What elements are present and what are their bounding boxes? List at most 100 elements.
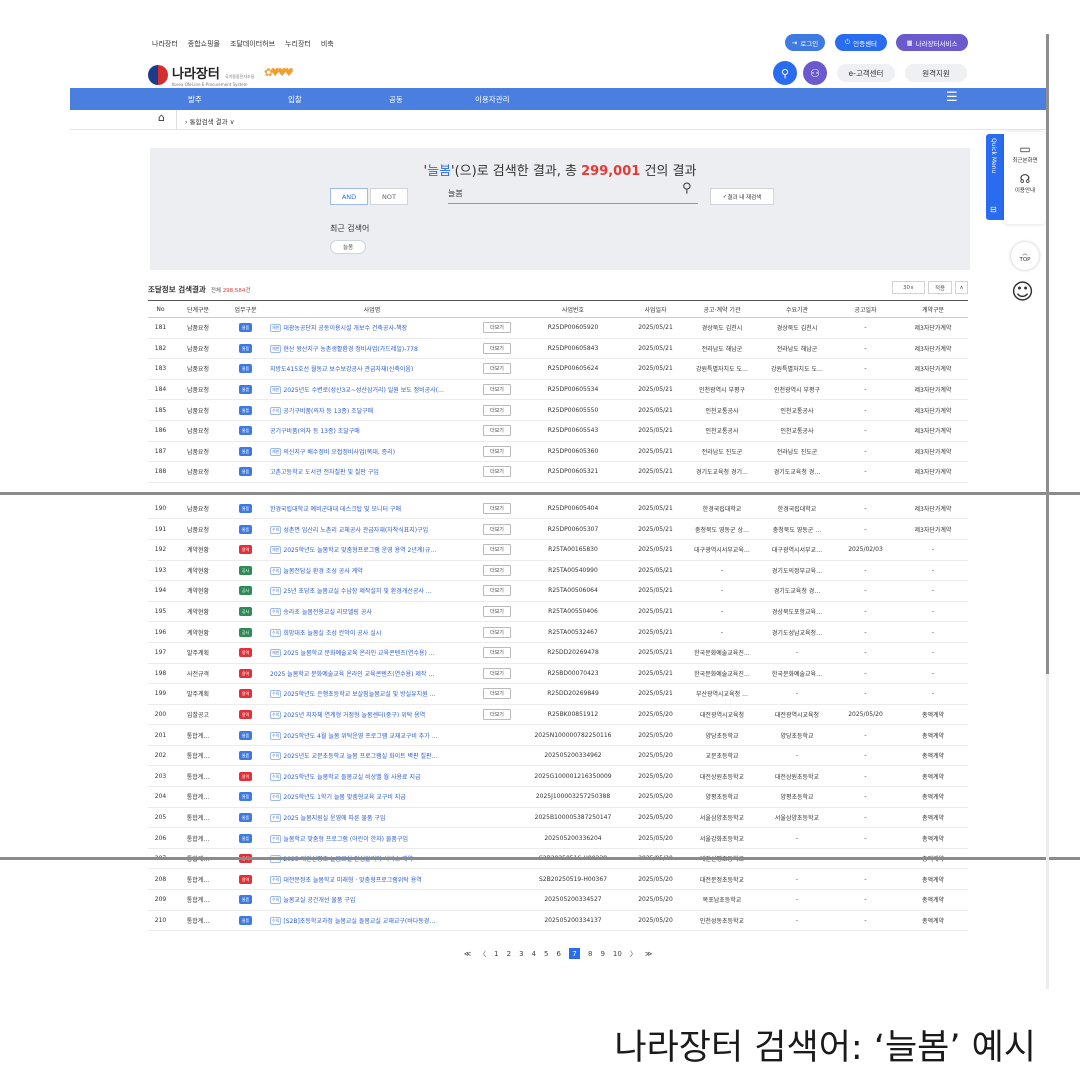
table-row[interactable]: 197 발주계획 용역 재판 2025 늘봄학교 문화예술교육 온라인 교육콘텐츠(연수… [148, 642, 968, 664]
cell-name[interactable]: 수의 늘봄전담실 환경 조성 공사 계약 [268, 560, 476, 582]
table-row[interactable]: 198 사전규격 용역 2025 늘봄학교 문화예술교육 온라인 교육콘텐츠(연수용)… [148, 663, 968, 685]
table-row[interactable]: 193 계약현황 공사 수의 늘봄전담실 환경 조성 공사 계약 더보기 R25TA0054… [148, 560, 968, 582]
project-name-link[interactable]: 늘봄교실 공간개선 물품 구입 [283, 897, 355, 904]
more-button[interactable]: 더보기 [483, 606, 511, 618]
project-name-link[interactable]: 성촌면 임산리 노촌리 교체공사 관급자재(자착식표지)구입 [283, 527, 428, 534]
cell-name[interactable]: 수의 2025년 지자체 연계형 거점형 늘봄센터(중구) 위탁 용역 [268, 704, 476, 726]
more-button[interactable]: 더보기 [483, 667, 511, 679]
more-button[interactable]: 더보기 [483, 384, 511, 396]
more-button[interactable]: 더보기 [483, 564, 511, 576]
more-button[interactable]: 더보기 [483, 585, 511, 597]
table-row[interactable]: 208 통합계… 용역 수의 대전문정초 늘봄학교 미래형 · 맞춤형프로그램위탁 용역… [148, 868, 968, 891]
cell-name[interactable]: 재판 2025 늘봄학교 문화예술교육 온라인 교육콘텐츠(연수용) … [268, 642, 476, 664]
project-name-link[interactable]: 공기구비품(의자 등 13종) 조달구매 [270, 428, 360, 435]
cell-name[interactable]: 수의 2025학년도 1학기 늘봄 맞춤형교육 교구비 지급 [268, 786, 476, 808]
last-page-icon[interactable]: ≫ [645, 950, 652, 958]
cell-name[interactable]: 수의 희망대초 늘봄실 조성 칸막이 공사 실시 [268, 621, 476, 643]
table-row[interactable]: 181 납품요청 물품 재판 대광농공단지 공동이용시설 개보수 건축공사-책장 더보기 R… [148, 317, 968, 339]
project-name-link[interactable]: 2025 늘봄지원실 운영에 따른 물품 구입 [283, 815, 385, 822]
project-name-link[interactable]: 2025년도 수변로(성산3교~성산삼거리) 일원 보도 정비공사(… [283, 387, 444, 394]
more-button[interactable]: 더보기 [483, 342, 511, 354]
cell-name[interactable]: 수의 2025년도 교문초등학교 늘봄 프로그램실 화이트 벽판 칠판… [268, 745, 476, 767]
search-submit-icon[interactable]: ⚲ [682, 181, 692, 196]
scrollbar-thumb[interactable] [1046, 34, 1049, 674]
table-row[interactable]: 185 납품요청 물품 수의 공기구비품(의자 등 13종) 조달구매 더보기 R25DP0… [148, 399, 968, 421]
table-row[interactable]: 195 계약현황 공사 수의 송라초 늘봄전용교실 리모델링 공사 더보기 R25TA005… [148, 601, 968, 623]
table-row[interactable]: 192 계약현황 용역 재판 2025학년도 늘봄학교 맞춤형프로그램 운영 용역 2년… [148, 539, 968, 561]
page-link[interactable]: 2 [507, 950, 511, 958]
table-row[interactable]: 196 계약현황 공사 수의 희망대초 늘봄실 조성 칸막이 공사 실시 더보기 R25TA… [148, 621, 968, 643]
more-button[interactable]: 더보기 [483, 688, 511, 700]
cert-center-button[interactable]: ⏻ 인증센터 [835, 34, 887, 51]
project-name-link[interactable]: 2025학년도 4월 늘봄 위탁운영 프로그램 교재교구비 추가 … [283, 733, 437, 740]
nav-item-user-admin[interactable]: 이용자관리 [475, 94, 510, 105]
more-button[interactable]: 더보기 [483, 322, 511, 334]
table-row[interactable]: 187 납품요청 물품 재판 의신지구 배수정비 오접정비사업(목대, 증리) 더보기 R2… [148, 441, 968, 463]
gnb-item-data-hub[interactable]: 조달데이터허브 [230, 39, 275, 49]
page-link[interactable]: 9 [600, 950, 604, 958]
page-link[interactable]: 8 [588, 950, 592, 958]
table-row[interactable]: 205 통합계… 물품 수의 2025 늘봄지원실 운영에 따른 물품 구입 2025B1… [148, 807, 968, 829]
first-page-icon[interactable]: ≪ [464, 950, 471, 958]
breadcrumb-current[interactable]: › 통합검색 결과 ∨ [185, 116, 234, 126]
cell-name[interactable]: 수의 2025학년도 은행초등학교 보살핌늘봄교실 및 방실유치원 … [268, 683, 476, 705]
project-name-link[interactable]: 대광농공단지 공동이용시설 개보수 건축공사-책장 [283, 325, 407, 332]
customer-center-button[interactable]: e-고객센터 [837, 64, 895, 82]
project-name-link[interactable]: 한경국립대학교 예비군대대 데스크탑 및 모니터 구매 [270, 506, 401, 513]
cell-name[interactable]: 한경국립대학교 예비군대대 데스크탑 및 모니터 구매 [268, 498, 476, 520]
project-name-link[interactable]: 2025 늘봄학교 문화예술교육 온라인 교육콘텐츠(연수용) 제작 … [270, 671, 434, 678]
more-button[interactable]: 더보기 [483, 523, 511, 535]
table-row[interactable]: 184 납품요청 물품 재판 2025년도 수변로(성산3교~성산삼거리) 일원 보도 … [148, 379, 968, 401]
table-row[interactable]: 191 납품요청 물품 수의 성촌면 임산리 노촌리 교체공사 관급자재(자착식표지)구… [148, 518, 968, 540]
cell-name[interactable]: 재판 2025학년도 늘봄학교 맞춤형프로그램 운영 용역 2년계(규… [268, 539, 476, 561]
gnb-item-nuri[interactable]: 누리장터 [285, 39, 311, 49]
more-button[interactable]: 더보기 [483, 647, 511, 659]
project-name-link[interactable]: 25년 초당초 늘봄교실 수납장 제작설치 및 환경개선공사 … [283, 588, 431, 595]
cell-name[interactable]: 고촌고등학교 도서관 전자칠판 및 칠판 구입 [268, 461, 476, 483]
table-row[interactable]: 202 통합계… 물품 수의 2025년도 교문초등학교 늘봄 프로그램실 화이트 벽판… [148, 745, 968, 767]
project-name-link[interactable]: 2025년 지자체 연계형 거점형 늘봄센터(중구) 위탁 용역 [283, 712, 425, 719]
table-row[interactable]: 183 납품요청 물품 지방도415호선 월동교 보수보강공사 관급자재(신축이음) 더… [148, 358, 968, 380]
search-input[interactable]: 늘봄 [448, 184, 698, 204]
table-row[interactable]: 200 입찰공고 용역 수의 2025년 지자체 연계형 거점형 늘봄센터(중구) 위탁… [148, 704, 968, 726]
cell-name[interactable]: 재판 2025년도 수변로(성산3교~성산삼거리) 일원 보도 정비공사(… [268, 379, 476, 401]
site-logo[interactable]: 나라장터 국가종합전자조달 Korea ON-Line E-Procuremen… [148, 63, 254, 87]
table-row[interactable]: 204 통합계… 물품 수의 2025학년도 1학기 늘봄 맞춤형교육 교구비 지급 20… [148, 786, 968, 808]
table-row[interactable]: 186 납품요청 물품 공기구비품(의자 등 13종) 조달구매 더보기 R25DP006… [148, 420, 968, 442]
table-row[interactable]: 190 납품요청 물품 한경국립대학교 예비군대대 데스크탑 및 모니터 구매 더보기 R… [148, 498, 968, 520]
collapse-icon[interactable]: ∧ [955, 281, 968, 294]
cell-name[interactable]: 수의 [S2B]초등학교과정 늘봄교실 돌봄교실 교재교구(바다동경… [268, 910, 476, 932]
project-name-link[interactable]: 송라초 늘봄전용교실 리모델링 공사 [283, 609, 372, 616]
project-name-link[interactable]: 고촌고등학교 도서관 전자칠판 및 칠판 구입 [270, 469, 379, 476]
page-link[interactable]: 10 [613, 950, 622, 958]
page-link[interactable]: 7 [568, 948, 580, 959]
project-name-link[interactable]: 지방도415호선 월동교 보수보강공사 관급자재(신축이음) [270, 366, 413, 373]
cell-name[interactable]: 수의 성촌면 임산리 노촌리 교체공사 관급자재(자착식표지)구입 [268, 518, 476, 540]
prev-page-icon[interactable]: 〈 [479, 949, 486, 959]
table-row[interactable]: 194 계약현황 공사 수의 25년 초당초 늘봄교실 수납장 제작설치 및 환경개선공… [148, 580, 968, 602]
more-button[interactable]: 더보기 [483, 404, 511, 416]
page-link[interactable]: 5 [544, 950, 548, 958]
services-button[interactable]: ▦ 나라장터서비스 [896, 34, 968, 51]
more-button[interactable]: 더보기 [483, 445, 511, 457]
recent-screen-link[interactable]: 최근본화면 [1004, 156, 1046, 164]
table-row[interactable]: 199 발주계획 용역 수의 2025학년도 은행초등학교 보살핌늘봄교실 및 방실유치… [148, 683, 968, 705]
cell-name[interactable]: 재판 대광농공단지 공동이용시설 개보수 건축공사-책장 [268, 317, 476, 339]
more-button[interactable]: 더보기 [483, 363, 511, 375]
cell-name[interactable]: 수의 대전문정초 늘봄학교 미래형 · 맞춤형프로그램위탁 용역 [268, 868, 476, 891]
table-row[interactable]: 203 통합계… 용역 수의 2025학년도 늘봄학교 돌봄교실 비상벨 월 사용료 지… [148, 765, 968, 788]
table-row[interactable]: 206 통합계… 물품 수의 늘봄학교 맞춤형 프로그램 (어린이 한자) 물품구입 20… [148, 827, 968, 849]
table-row[interactable]: 209 통합계… 물품 수의 늘봄교실 공간개선 물품 구입 20250520033452… [148, 889, 968, 911]
cell-name[interactable]: 2025 늘봄학교 문화예술교육 온라인 교육콘텐츠(연수용) 제작 … [268, 663, 476, 685]
and-toggle[interactable]: AND [330, 188, 368, 205]
more-button[interactable]: 더보기 [483, 626, 511, 638]
cell-name[interactable]: 수의 늘봄학교 맞춤형 프로그램 (어린이 한자) 물품구입 [268, 827, 476, 849]
hamburger-icon[interactable]: ☰ [946, 90, 958, 105]
project-name-link[interactable]: 2025 늘봄학교 문화예술교육 온라인 교육콘텐츠(연수용) … [283, 650, 434, 657]
page-link[interactable]: 1 [494, 950, 498, 958]
cell-name[interactable]: 공기구비품(의자 등 13종) 조달구매 [268, 420, 476, 442]
nav-item-order[interactable]: 발주 [188, 94, 202, 105]
cell-name[interactable]: 수의 공기구비품(의자 등 13종) 조달구매 [268, 399, 476, 421]
gnb-item-shopping-mall[interactable]: 종합쇼핑몰 [188, 39, 220, 49]
more-button[interactable]: 더보기 [483, 502, 511, 514]
